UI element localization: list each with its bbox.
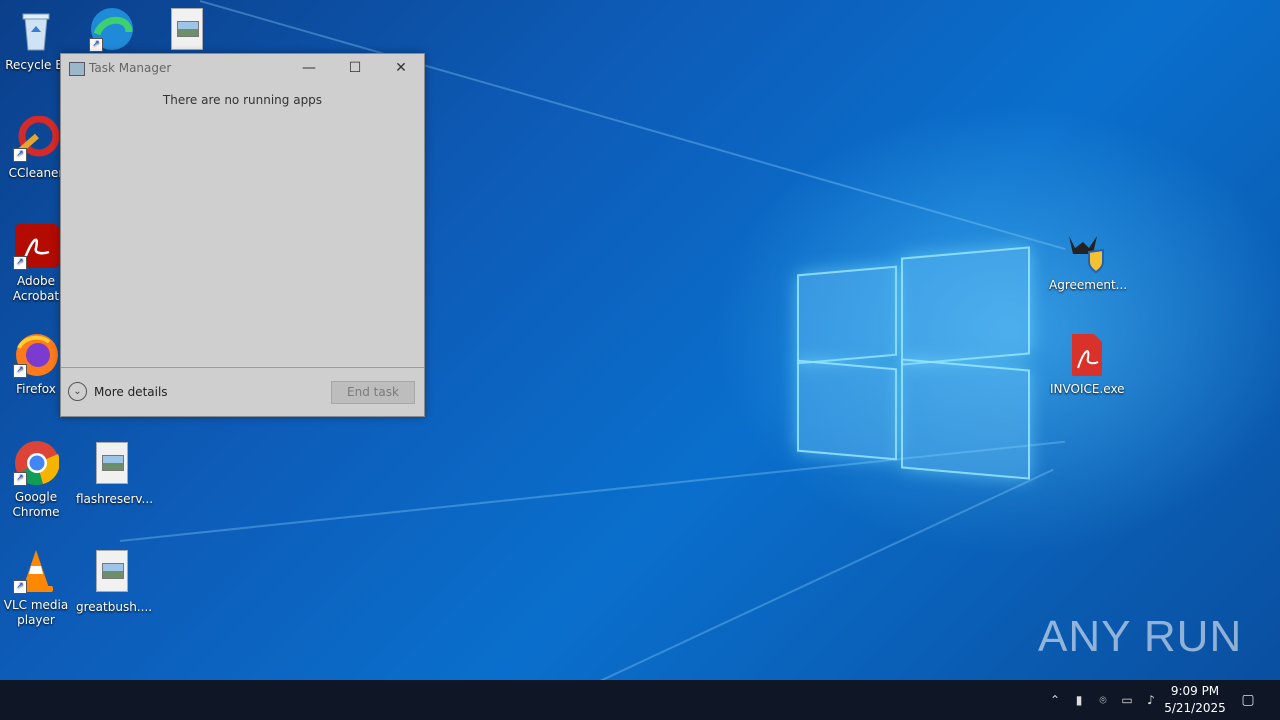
desktop-icon-label: Firefox [16, 382, 56, 396]
windows-logo-pane [797, 359, 897, 461]
shortcut-arrow-icon: ↗ [13, 364, 27, 378]
task-manager-footer: ⌄ More details End task [61, 367, 424, 417]
task-manager-titlebar[interactable]: Task Manager — ☐ ✕ [61, 54, 424, 82]
desktop-icon-label: Adobe Acrobat [12, 274, 60, 303]
desktop-icon-label: INVOICE.exe [1050, 382, 1125, 396]
chevron-down-icon[interactable]: ⌄ [68, 382, 87, 401]
desktop-icon-flashreserv[interactable]: flashreserv... [76, 442, 153, 507]
task-manager-window[interactable]: Task Manager — ☐ ✕ There are no running … [60, 53, 425, 417]
shortcut-arrow-icon: ↗ [13, 148, 27, 162]
windows-logo-pane [797, 265, 897, 365]
close-button[interactable]: ✕ [378, 54, 424, 82]
end-task-button[interactable]: End task [331, 381, 415, 404]
empty-message: There are no running apps [162, 93, 323, 107]
edge-icon: ↗ [89, 6, 135, 52]
chrome-icon: ↗ [13, 440, 60, 486]
desktop-icon-agreement[interactable]: Agreement... [1049, 228, 1127, 293]
anyrun-watermark: ANY RUN [1038, 612, 1242, 662]
vlc-cone-icon: ↗ [13, 548, 59, 594]
task-manager-icon [69, 62, 85, 76]
windows-logo-pane [901, 358, 1030, 480]
watermark-text: ANY RUN [1038, 612, 1243, 661]
adobe-acrobat-icon: ↗ [13, 224, 59, 270]
image-file-icon [171, 8, 203, 50]
window-title: Task Manager [89, 61, 172, 75]
desktop-icon-label: CCleaner [8, 166, 64, 180]
system-clock[interactable]: 9:09 PM 5/21/2025 [1164, 683, 1226, 717]
invoice-pdf-icon [1064, 332, 1110, 378]
notification-icon[interactable]: ▢ [1240, 692, 1256, 708]
shortcut-arrow-icon: ↗ [89, 38, 103, 52]
volume-icon[interactable]: ♪ [1143, 692, 1159, 708]
meet-now-icon[interactable]: ⌾ [1095, 692, 1111, 708]
desktop-icon-label: Agreement... [1049, 278, 1128, 292]
desktop-icon-label: greatbush.... [76, 600, 153, 614]
recycle-bin-icon [13, 8, 59, 54]
desktop-icon-invoice[interactable]: INVOICE.exe [1050, 332, 1125, 397]
desktop-icon-google-chrome[interactable]: ↗ Google Chrome [0, 440, 72, 520]
desktop-icon-label: Recycle Bi [5, 58, 67, 72]
app-list: There are no running apps [61, 82, 424, 367]
agreement-exe-icon [1063, 228, 1109, 274]
desktop-icon-edge[interactable]: ↗ [76, 6, 148, 56]
chevron-up-icon[interactable]: ⌃ [1047, 692, 1063, 708]
shortcut-arrow-icon: ↗ [13, 472, 27, 486]
desktop-icon-vlc[interactable]: ↗ VLC media player [0, 548, 72, 628]
network-icon[interactable]: ▭ [1119, 692, 1135, 708]
desktop-icon-image-file[interactable] [151, 8, 223, 50]
clock-time: 9:09 PM [1170, 684, 1220, 698]
maximize-button[interactable]: ☐ [332, 54, 378, 82]
wallpaper-beam [599, 468, 1054, 680]
minimize-button[interactable]: — [286, 54, 332, 82]
desktop-icon-label: VLC media player [3, 598, 69, 627]
image-file-icon [89, 550, 135, 596]
taskbar: ⌃ ▮ ⌾ ▭ ♪ 9:09 PM 5/21/2025 ▢ [0, 680, 1280, 720]
desktop-icon-greatbush[interactable]: greatbush.... [76, 550, 152, 615]
ccleaner-icon: ↗ [13, 115, 60, 162]
battery-icon[interactable]: ▮ [1071, 692, 1087, 708]
desktop-icon-label: flashreserv... [76, 492, 154, 506]
clock-date: 5/21/2025 [1164, 701, 1226, 715]
windows-logo-pane [901, 246, 1030, 366]
shortcut-arrow-icon: ↗ [13, 580, 27, 594]
shortcut-arrow-icon: ↗ [13, 256, 27, 270]
desktop-icon-label: Google Chrome [12, 490, 60, 519]
more-details-link[interactable]: More details [94, 385, 168, 399]
image-file-icon [89, 442, 135, 488]
firefox-icon: ↗ [13, 332, 59, 378]
